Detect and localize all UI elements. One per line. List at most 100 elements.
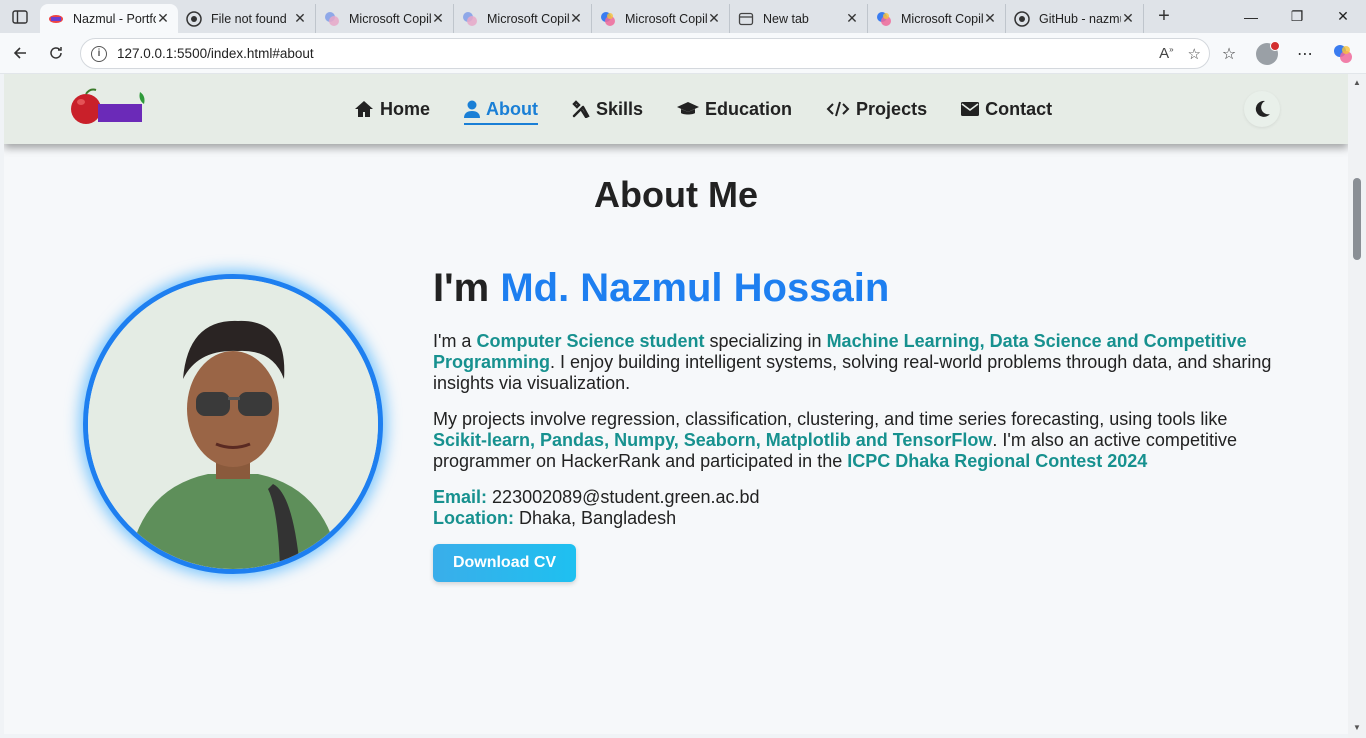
nav-label: Contact — [985, 98, 1053, 119]
location-value: Dhaka, Bangladesh — [519, 508, 677, 528]
location-label: Location: — [433, 508, 514, 528]
intro-name: Md. Nazmul Hossain — [500, 266, 890, 310]
site-logo[interactable] — [70, 86, 150, 128]
about-paragraph-2: My projects involve regression, classifi… — [433, 409, 1283, 472]
new-tab-button[interactable]: + — [1144, 0, 1184, 33]
tab-list: Nazmul - Portfolio ✕ File not found ✕ Mi… — [40, 0, 1144, 33]
text-span: specializing in — [704, 331, 827, 351]
envelope-icon — [961, 102, 980, 116]
highlight-text: ICPC Dhaka Regional Contest 2024 — [847, 451, 1148, 471]
copilot-icon — [876, 11, 892, 27]
favorites-icon[interactable]: ☆ — [1216, 41, 1242, 67]
refresh-icon[interactable] — [38, 35, 74, 71]
page-viewport: Home About Skills Education Projects Con… — [4, 74, 1348, 734]
nav-skills[interactable]: Skills — [572, 94, 643, 124]
close-window-icon[interactable]: ✕ — [1320, 0, 1366, 33]
restore-icon[interactable]: ❐ — [1274, 0, 1320, 33]
site-header: Home About Skills Education Projects Con… — [4, 74, 1348, 144]
intro-heading: I'm Md. Nazmul Hossain — [433, 266, 889, 311]
browser-tab[interactable]: Microsoft Copilot ✕ — [868, 4, 1006, 33]
code-icon — [826, 101, 850, 117]
nav-label: Skills — [596, 98, 644, 119]
browser-tab[interactable]: Nazmul - Portfolio ✕ — [40, 4, 178, 33]
copilot-icon — [462, 11, 478, 27]
close-tab-icon[interactable]: ✕ — [1121, 10, 1135, 27]
close-tab-icon[interactable]: ✕ — [156, 10, 170, 27]
page-scrollbar[interactable]: ▲ ▼ — [1348, 74, 1366, 738]
nav-label: Projects — [856, 98, 928, 119]
tab-title: New tab — [763, 11, 809, 26]
back-icon[interactable] — [2, 35, 38, 71]
nav-label: Education — [705, 98, 793, 119]
copilot-icon — [324, 11, 340, 27]
moon-icon — [1255, 100, 1270, 117]
tab-title: File not found — [211, 11, 287, 26]
browser-tab-strip: Nazmul - Portfolio ✕ File not found ✕ Mi… — [0, 0, 1366, 33]
close-tab-icon[interactable]: ✕ — [431, 10, 445, 27]
nav-about[interactable]: About — [464, 94, 538, 125]
nav-education[interactable]: Education — [677, 94, 792, 124]
nav-contact[interactable]: Contact — [961, 94, 1052, 124]
text-span: . I enjoy building intelligent systems, … — [433, 352, 1272, 393]
about-paragraph-1: I'm a Computer Science student specializ… — [433, 331, 1283, 394]
site-favicon-icon — [48, 11, 64, 27]
tab-title: Microsoft Copilot — [901, 11, 983, 26]
profile-icon[interactable] — [1254, 40, 1280, 67]
browser-tab[interactable]: Microsoft Copilot ✕ — [592, 4, 730, 33]
copilot-icon[interactable] — [1330, 41, 1356, 67]
section-title: About Me — [594, 174, 758, 215]
text-span: I'm a — [433, 331, 477, 351]
scroll-down-icon[interactable]: ▼ — [1353, 723, 1361, 732]
tab-title: Nazmul - Portfolio — [73, 11, 156, 26]
github-icon — [186, 10, 202, 27]
url-text: 127.0.0.1:5500/index.html#about — [117, 46, 314, 61]
avatar — [1256, 40, 1280, 65]
tab-title: Microsoft Copilot — [625, 11, 707, 26]
tools-icon — [572, 100, 590, 118]
tab-title: GitHub - nazmul — [1039, 11, 1121, 26]
browser-tab[interactable]: File not found ✕ — [178, 4, 316, 33]
close-tab-icon[interactable]: ✕ — [845, 10, 859, 27]
site-info-icon[interactable]: i — [91, 45, 107, 62]
email-value: 223002089@student.green.ac.bd — [492, 487, 760, 507]
email-label: Email: — [433, 487, 488, 507]
scrollbar-thumb[interactable] — [1353, 178, 1361, 260]
intro-prefix: I'm — [433, 266, 501, 310]
favorite-star-icon[interactable]: ☆ — [1188, 45, 1201, 63]
tab-title: Microsoft Copilot — [487, 11, 569, 26]
close-tab-icon[interactable]: ✕ — [983, 10, 997, 27]
more-menu-icon[interactable]: ⋯ — [1292, 41, 1318, 67]
read-aloud-icon[interactable]: A» — [1159, 45, 1173, 62]
nav-label: About — [486, 98, 538, 119]
browser-tab[interactable]: GitHub - nazmul ✕ — [1006, 4, 1144, 33]
home-icon — [355, 101, 373, 117]
profile-photo — [83, 274, 383, 574]
browser-toolbar: i 127.0.0.1:5500/index.html#about A» ☆ ☆… — [0, 33, 1366, 74]
tab-title: Microsoft Copilot — [349, 11, 431, 26]
nav-label: Home — [380, 98, 431, 119]
close-tab-icon[interactable]: ✕ — [569, 10, 583, 27]
highlight-text: Scikit-learn, Pandas, Numpy, Seaborn, Ma… — [433, 430, 993, 450]
window-controls: — ❐ ✕ — [1228, 0, 1366, 33]
profile-illustration — [88, 279, 378, 569]
copilot-icon — [600, 11, 616, 27]
location-row: Location: Dhaka, Bangladesh — [433, 508, 760, 529]
scroll-up-icon[interactable]: ▲ — [1353, 78, 1361, 87]
graduation-cap-icon — [677, 102, 700, 115]
address-bar[interactable]: i 127.0.0.1:5500/index.html#about A» ☆ — [80, 38, 1210, 69]
theme-toggle-button[interactable] — [1244, 91, 1280, 127]
nav-home[interactable]: Home — [354, 94, 430, 124]
browser-tab[interactable]: Microsoft Copilot ✕ — [454, 4, 592, 33]
contact-info: Email: 223002089@student.green.ac.bd Loc… — [433, 487, 760, 529]
highlight-text: Computer Science student — [476, 331, 705, 351]
close-tab-icon[interactable]: ✕ — [707, 10, 721, 27]
close-tab-icon[interactable]: ✕ — [293, 10, 307, 27]
user-icon — [464, 100, 481, 118]
tab-actions-icon[interactable] — [0, 0, 40, 33]
newtab-icon — [738, 11, 754, 27]
nav-projects[interactable]: Projects — [826, 94, 927, 124]
browser-tab[interactable]: Microsoft Copilot ✕ — [316, 4, 454, 33]
minimize-icon[interactable]: — — [1228, 0, 1274, 33]
browser-tab[interactable]: New tab ✕ — [730, 4, 868, 33]
download-cv-button[interactable]: Download CV — [433, 544, 576, 582]
